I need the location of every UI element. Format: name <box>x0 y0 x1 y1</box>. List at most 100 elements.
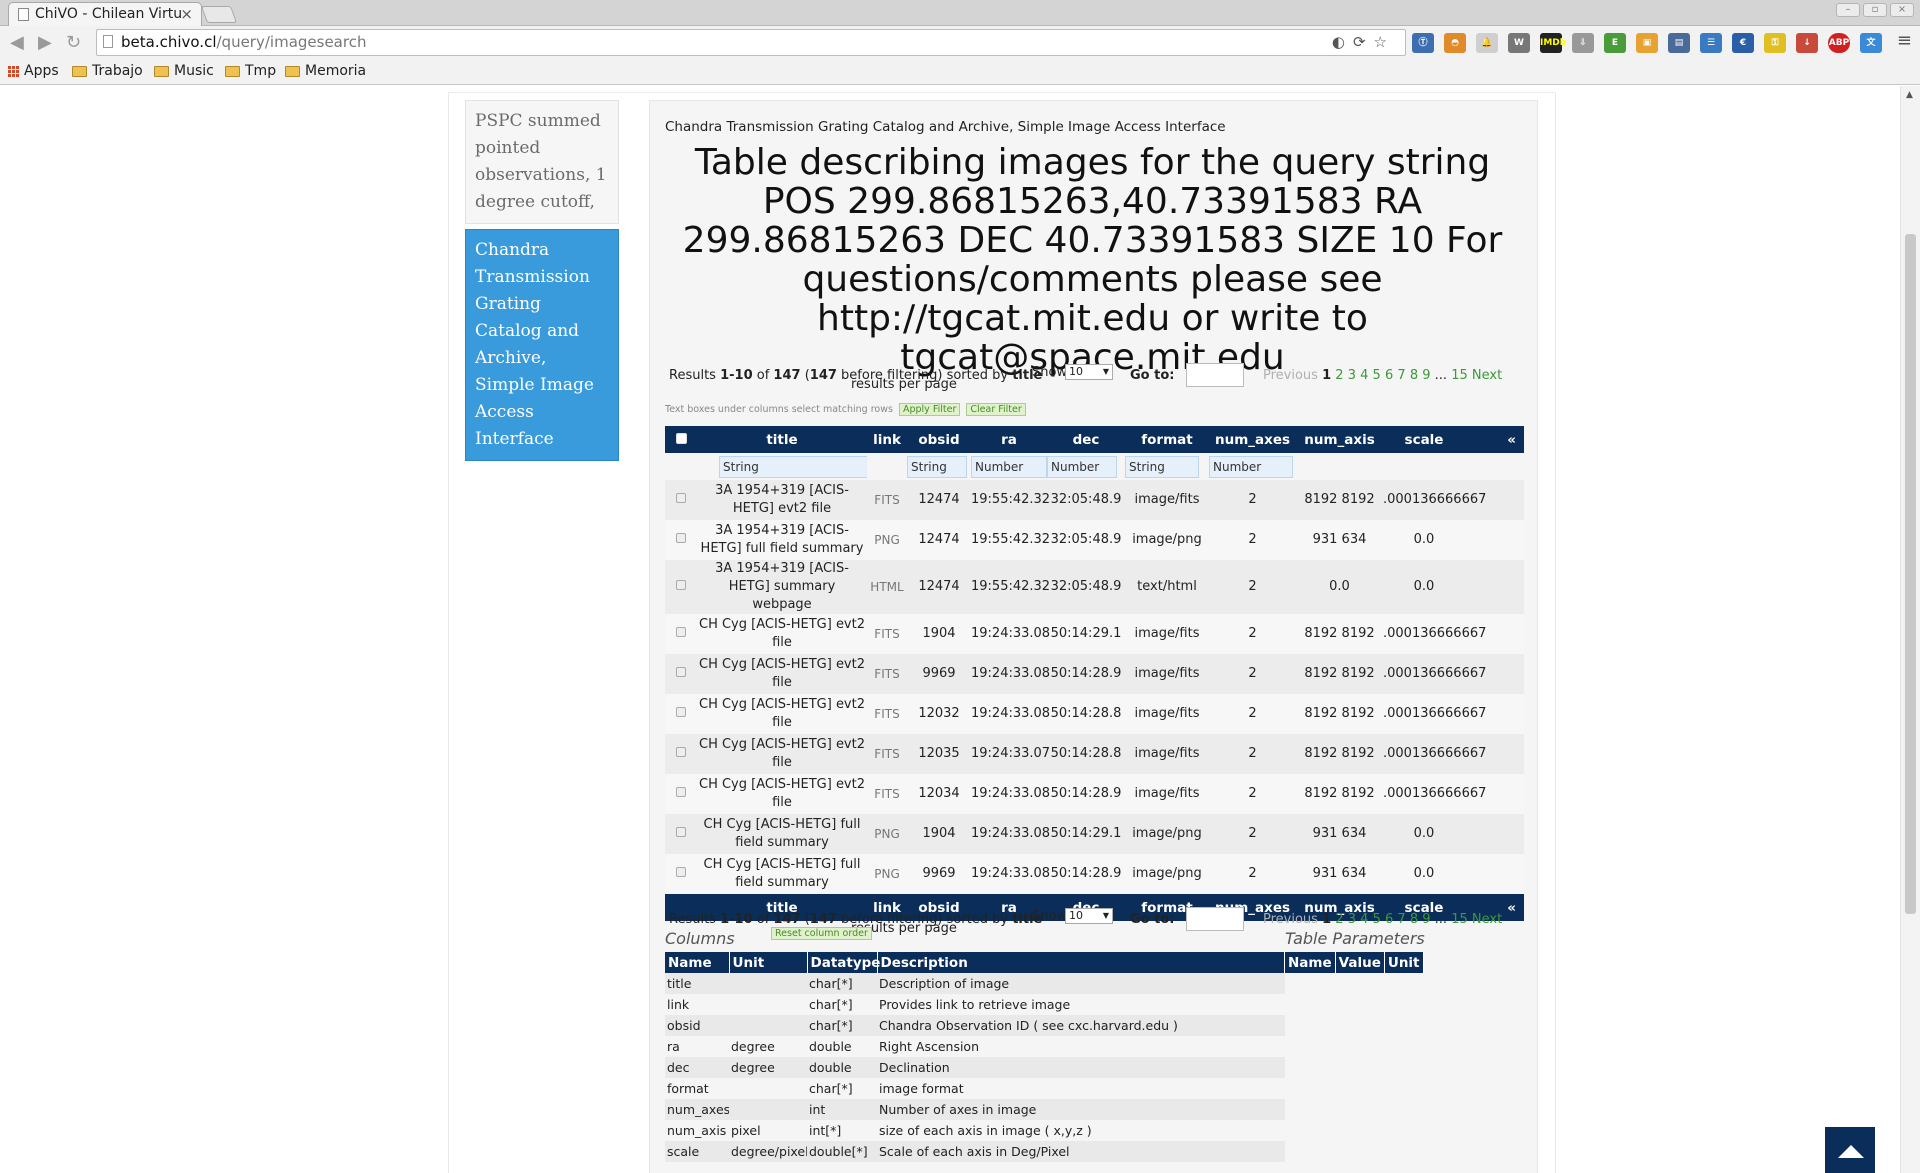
extension-box-icon[interactable]: ▣ <box>1636 33 1658 53</box>
column-header-link[interactable]: link <box>867 426 907 453</box>
page-link[interactable]: 2 <box>1335 368 1343 383</box>
cell-link[interactable]: FITS <box>867 734 907 774</box>
page-link[interactable]: 15 <box>1451 368 1468 383</box>
extension-list-icon[interactable]: ☰ <box>1700 33 1722 53</box>
extension-adblock-icon[interactable]: ABP <box>1828 33 1850 53</box>
row-checkbox[interactable] <box>665 480 697 520</box>
bookmark-tmp[interactable]: Tmp <box>225 63 276 79</box>
page-link[interactable]: 7 <box>1397 368 1405 383</box>
scroll-to-top-icon[interactable] <box>1825 1127 1875 1173</box>
reset-column-order-button[interactable]: Reset column order <box>771 927 872 940</box>
page-link[interactable]: 6 <box>1385 912 1393 927</box>
address-bar[interactable]: beta.chivo.cl/query/imagesearch ◐⟳☆ <box>96 29 1406 56</box>
goto-page-input[interactable] <box>1186 907 1244 931</box>
row-checkbox[interactable] <box>665 854 697 894</box>
scroll-up-icon[interactable]: ▲ <box>1906 90 1913 100</box>
extension-imdb-icon[interactable]: IMDb <box>1540 33 1566 53</box>
cell-link[interactable]: FITS <box>867 480 907 520</box>
extension-arrow-icon[interactable]: ↓ <box>1796 33 1818 53</box>
scrollbar-thumb[interactable] <box>1905 234 1916 914</box>
page-size-select[interactable]: 10 ▼ <box>1065 908 1113 924</box>
back-arrow-icon[interactable]: ◀ <box>10 32 24 53</box>
select-all-checkbox[interactable] <box>665 426 697 453</box>
column-header-num-axis[interactable]: num_axis <box>1296 426 1383 453</box>
tab-close-icon[interactable]: × <box>180 5 193 23</box>
row-checkbox[interactable] <box>665 814 697 854</box>
column-header-num-axes[interactable]: num_axes <box>1209 426 1296 453</box>
cell-link[interactable]: FITS <box>867 614 907 654</box>
filter-input-ra[interactable]: Number <box>971 455 1047 478</box>
cell-link[interactable]: HTML <box>867 560 907 614</box>
sidebar-item-pspc[interactable]: PSPC summed pointed observations, 1 degr… <box>465 100 619 224</box>
page-link[interactable]: 3 <box>1348 368 1356 383</box>
sync-icon[interactable]: ⟳ <box>1353 33 1374 51</box>
page-link[interactable]: 9 <box>1422 368 1430 383</box>
cell-link[interactable]: PNG <box>867 854 907 894</box>
lightbulb-icon[interactable]: ◐ <box>1332 33 1353 51</box>
page-link[interactable]: 5 <box>1373 912 1381 927</box>
page-link[interactable]: 4 <box>1360 368 1368 383</box>
page-scrollbar[interactable]: ▲ <box>1900 86 1920 1173</box>
column-header-ra[interactable]: ra <box>971 426 1047 453</box>
goto-page-input[interactable] <box>1186 363 1244 387</box>
filter-input-num-axes[interactable]: Number <box>1209 455 1293 478</box>
collapse-columns-button[interactable]: « <box>1465 426 1524 453</box>
page-link[interactable]: 2 <box>1335 912 1343 927</box>
page-info-icon[interactable] <box>103 35 113 48</box>
column-header-obsid[interactable]: obsid <box>907 426 971 453</box>
row-checkbox[interactable] <box>665 734 697 774</box>
column-header-dec[interactable]: dec <box>1047 426 1125 453</box>
page-link[interactable]: 9 <box>1422 912 1430 927</box>
next-link[interactable]: Next <box>1472 912 1502 927</box>
page-size-select[interactable]: 10 ▼ <box>1065 364 1113 380</box>
extension-euro-icon[interactable]: € <box>1732 33 1754 53</box>
column-header-scale[interactable]: scale <box>1383 426 1465 453</box>
page-link[interactable]: 4 <box>1360 912 1368 927</box>
maximize-button[interactable]: ▫ <box>1863 3 1887 17</box>
cell-link[interactable]: FITS <box>867 654 907 694</box>
extension-wordpress-icon[interactable]: W <box>1508 33 1530 53</box>
column-header-title[interactable]: title <box>697 426 867 453</box>
bookmark-star-icon[interactable]: ☆ <box>1374 33 1395 51</box>
page-link[interactable]: 7 <box>1397 912 1405 927</box>
previous-link[interactable]: Previous <box>1263 912 1318 927</box>
close-window-button[interactable]: × <box>1890 3 1914 17</box>
page-link[interactable]: 3 <box>1348 912 1356 927</box>
extension-bell-icon[interactable]: 🔔 <box>1476 33 1498 53</box>
bookmark-music[interactable]: Music <box>154 63 214 79</box>
next-link[interactable]: Next <box>1472 368 1502 383</box>
extension-download-icon[interactable]: ⇩ <box>1572 33 1594 53</box>
row-checkbox[interactable] <box>665 694 697 734</box>
hamburger-menu-icon[interactable]: ≡ <box>1897 30 1912 51</box>
row-checkbox[interactable] <box>665 774 697 814</box>
page-link[interactable]: 8 <box>1410 912 1418 927</box>
extension-translate-icon[interactable]: Ⓣ <box>1412 33 1434 53</box>
cell-link[interactable]: PNG <box>867 814 907 854</box>
cell-link[interactable]: PNG <box>867 520 907 560</box>
bookmark-memoria[interactable]: Memoria <box>285 63 366 79</box>
new-tab-button[interactable] <box>200 6 238 23</box>
row-checkbox[interactable] <box>665 654 697 694</box>
row-checkbox[interactable] <box>665 520 697 560</box>
extension-evernote-icon[interactable]: E <box>1604 33 1626 53</box>
extension-translate2-icon[interactable]: 文 <box>1860 33 1882 53</box>
previous-link[interactable]: Previous <box>1263 368 1318 383</box>
row-checkbox[interactable] <box>665 560 697 614</box>
extension-bowl-icon[interactable]: ◓ <box>1444 33 1466 53</box>
filter-input-obsid[interactable]: String <box>907 455 967 478</box>
page-link[interactable]: 6 <box>1385 368 1393 383</box>
page-link[interactable]: 8 <box>1410 368 1418 383</box>
column-header-format[interactable]: format <box>1125 426 1209 453</box>
row-checkbox[interactable] <box>665 614 697 654</box>
browser-tab[interactable]: ChiVO - Chilean Virtu × <box>8 2 202 26</box>
extension-key-icon[interactable]: ⚿ <box>1764 33 1786 53</box>
cell-link[interactable]: FITS <box>867 774 907 814</box>
bookmark-trabajo[interactable]: Trabajo <box>72 63 143 79</box>
page-link[interactable]: 5 <box>1373 368 1381 383</box>
forward-arrow-icon[interactable]: ▶ <box>38 32 52 53</box>
sidebar-item-chandra[interactable]: Chandra Transmission Grating Catalog and… <box>465 229 619 461</box>
filter-input-dec[interactable]: Number <box>1047 455 1117 478</box>
clear-filter-button[interactable]: Clear Filter <box>966 403 1026 416</box>
bookmark-apps[interactable]: Apps <box>8 63 59 79</box>
filter-input-format[interactable]: String <box>1125 455 1199 478</box>
